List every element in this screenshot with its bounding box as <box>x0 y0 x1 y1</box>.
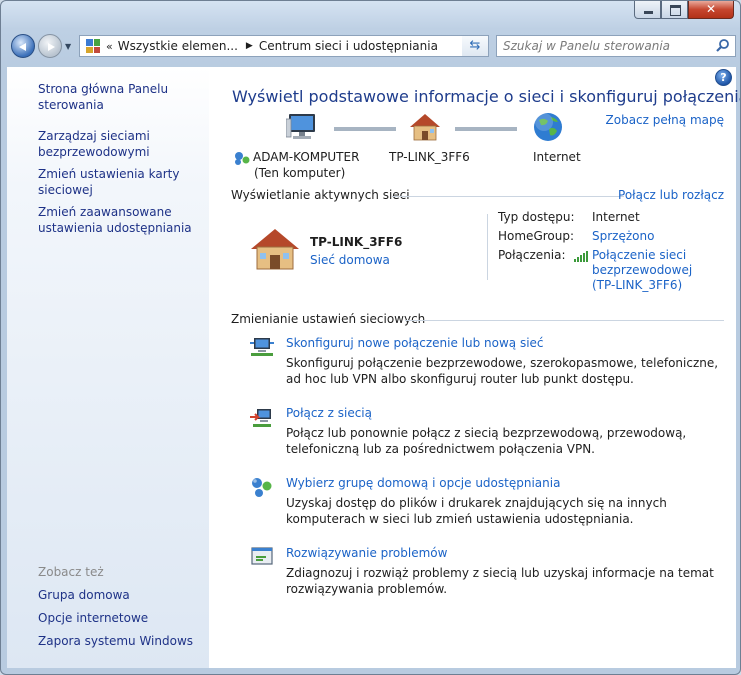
task-new-connection-desc: Skonfiguruj połączenie bezprzewodowe, sz… <box>286 356 719 386</box>
address-bar[interactable]: « Wszystkie elemen... ▶ Centrum sieci i … <box>79 35 489 57</box>
troubleshoot-icon <box>251 547 273 565</box>
wireless-connection-link[interactable]: Połączenie sieci bezprzewodowej (TP-LINK… <box>592 248 692 293</box>
search-input[interactable] <box>503 38 708 54</box>
computer-icon[interactable] <box>286 111 320 143</box>
homegroup-label: HomeGroup: <box>498 229 575 243</box>
search-icon[interactable] <box>715 38 731 54</box>
breadcrumb-all-items[interactable]: Wszystkie elemen... <box>118 39 238 53</box>
breadcrumb-network-center[interactable]: Centrum sieci i udostępniania <box>259 39 438 53</box>
homegroup-link[interactable]: Sprzężono <box>592 229 654 243</box>
change-settings-header: Zmienianie ustawień sieciowych <box>231 312 426 326</box>
see-also-homegroup[interactable]: Grupa domowa <box>38 587 198 603</box>
back-button[interactable] <box>11 34 35 58</box>
sidebar-link-control-panel-home[interactable]: Strona główna Panelu sterowania <box>38 81 198 113</box>
control-panel-icon <box>86 39 100 53</box>
active-networks-header: Wyświetlanie aktywnych sieci <box>231 188 410 202</box>
task-new-connection-link[interactable]: Skonfiguruj nowe połączenie lub nową sie… <box>286 336 544 350</box>
window: ▼ « Wszystkie elemen... ▶ Centrum sieci … <box>0 0 741 675</box>
connection-line-3: (TP-LINK_3FF6) <box>592 278 683 292</box>
see-also-windows-firewall[interactable]: Zapora systemu Windows <box>38 633 198 649</box>
connection-line-2: bezprzewodowej <box>592 263 693 277</box>
new-connection-icon <box>250 338 274 356</box>
connection-line-1: Połączenie sieci <box>592 248 687 262</box>
network-type-link[interactable]: Sieć domowa <box>310 253 390 267</box>
minimize-button[interactable] <box>634 1 661 19</box>
task-sidebar: Strona główna Panelu sterowania Zarządza… <box>7 67 209 668</box>
home-network-large-icon <box>251 229 299 270</box>
search-box[interactable] <box>496 35 736 57</box>
access-type-label: Typ dostępu: <box>498 210 575 224</box>
sidebar-link-adapter-settings[interactable]: Zmień ustawienia karty sieciowej <box>38 166 198 198</box>
forward-button[interactable] <box>38 34 62 58</box>
maximize-button[interactable] <box>661 1 688 19</box>
connect-disconnect-link[interactable]: Połącz lub rozłącz <box>618 188 724 202</box>
map-connection-line <box>334 127 396 131</box>
task-troubleshoot-desc: Zdiagnozuj i rozwiąż problemy z siecią l… <box>286 566 714 596</box>
homegroup-sharing-icon <box>252 478 272 497</box>
home-network-icon[interactable] <box>408 112 442 142</box>
vertical-divider <box>487 214 488 280</box>
active-network-name: TP-LINK_3FF6 <box>310 235 403 249</box>
breadcrumb-separator-icon[interactable]: ▶ <box>246 41 253 51</box>
computer-name: ADAM-KOMPUTER <box>253 150 360 164</box>
recent-pages-dropdown-icon[interactable]: ▼ <box>65 42 71 51</box>
task-homegroup-link[interactable]: Wybierz grupę domową i opcje udostępnian… <box>286 476 560 490</box>
computer-subtitle: (Ten komputer) <box>254 166 346 180</box>
task-homegroup-desc: Uzyskaj dostęp do plików i drukarek znaj… <box>286 496 667 526</box>
task-connect-link[interactable]: Połącz z siecią <box>286 406 372 420</box>
main-content: ? Wyświetl podstawowe informacje o sieci… <box>209 67 740 668</box>
network-map-name: TP-LINK_3FF6 <box>389 150 470 164</box>
see-also-label: Zobacz też <box>38 565 104 579</box>
close-button[interactable] <box>688 1 734 19</box>
window-caption-buttons <box>634 1 734 21</box>
sidebar-link-advanced-sharing[interactable]: Zmień zaawansowane ustawienia udostępnia… <box>38 204 198 236</box>
internet-globe-icon[interactable] <box>532 111 564 143</box>
refresh-button[interactable]: ⇆ <box>462 35 489 57</box>
help-icon[interactable]: ? <box>715 69 732 86</box>
sidebar-link-manage-wireless[interactable]: Zarządzaj sieciami bezprzewodowymi <box>38 128 198 160</box>
page-title: Wyświetl podstawowe informacje o sieci i… <box>232 87 741 106</box>
section-divider <box>405 320 724 321</box>
see-also-internet-options[interactable]: Opcje internetowe <box>38 610 198 626</box>
task-connect-desc: Połącz lub ponownie połącz z siecią bezp… <box>286 426 687 456</box>
see-full-map-link[interactable]: Zobacz pełną mapę <box>606 113 724 127</box>
map-connection-line <box>455 127 517 131</box>
access-type-value: Internet <box>592 210 640 224</box>
navigation-bar: ▼ « Wszystkie elemen... ▶ Centrum sieci … <box>7 33 736 61</box>
hidden-crumbs-chevron[interactable]: « <box>106 40 113 53</box>
connect-to-network-icon <box>250 409 271 427</box>
refresh-icon: ⇆ <box>469 38 481 53</box>
section-divider <box>392 196 624 197</box>
network-status-icon <box>235 152 250 165</box>
internet-label: Internet <box>533 150 581 164</box>
task-troubleshoot-link[interactable]: Rozwiązywanie problemów <box>286 546 447 560</box>
connections-label: Połączenia: <box>498 248 566 262</box>
wifi-signal-icon <box>574 251 588 262</box>
